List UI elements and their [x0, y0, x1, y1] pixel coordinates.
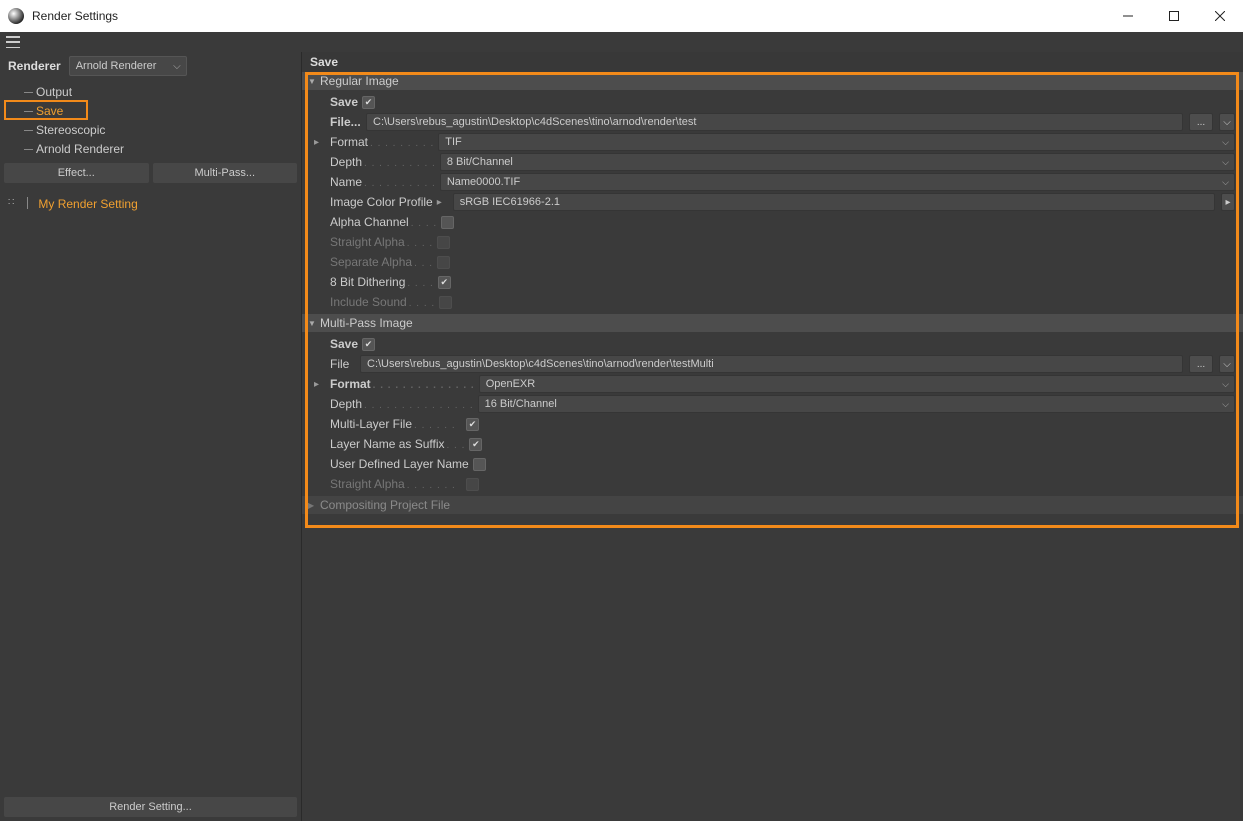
- section-regular-image: ▼ Regular Image Save File... C:\Users\re…: [302, 72, 1243, 314]
- minimize-button[interactable]: [1105, 0, 1151, 32]
- hamburger-icon[interactable]: [6, 36, 20, 48]
- close-button[interactable]: [1197, 0, 1243, 32]
- include-sound-checkbox: [439, 296, 452, 309]
- section-multipass-image: ▼ Multi-Pass Image Save File C:\Users\re…: [302, 314, 1243, 496]
- file-label: File...: [330, 115, 362, 129]
- section-header-regular[interactable]: ▼ Regular Image: [302, 72, 1243, 90]
- mp-multilayer-checkbox[interactable]: [466, 418, 479, 431]
- format-label: Format . . . . . . . . .: [330, 135, 434, 149]
- save-label: Save: [330, 95, 358, 109]
- tree-item-arnold[interactable]: Arnold Renderer: [24, 140, 301, 158]
- save-checkbox[interactable]: [362, 96, 375, 109]
- mp-format-label: Format . . . . . . . . . . . . . .: [330, 377, 475, 391]
- tree-item-output[interactable]: Output: [24, 83, 301, 101]
- multipass-button[interactable]: Multi-Pass...: [153, 163, 298, 183]
- renderer-label: Renderer: [8, 59, 61, 73]
- separate-alpha-label: Separate Alpha . . .: [330, 255, 433, 269]
- file-browse-button[interactable]: ...: [1189, 113, 1213, 131]
- mp-depth-label: Depth . . . . . . . . . . . . . . .: [330, 397, 474, 411]
- mp-depth-select[interactable]: 16 Bit/Channel: [478, 395, 1235, 413]
- mp-save-label: Save: [330, 337, 358, 351]
- panel-title: Save: [302, 52, 1243, 72]
- mp-file-field[interactable]: C:\Users\rebus_agustin\Desktop\c4dScenes…: [360, 355, 1183, 373]
- section-compositing: ▶ Compositing Project File: [302, 496, 1243, 514]
- dithering-label: 8 Bit Dithering . . . .: [330, 275, 434, 289]
- mp-save-checkbox[interactable]: [362, 338, 375, 351]
- menu-strip: [0, 32, 1243, 52]
- section-header-multipass[interactable]: ▼ Multi-Pass Image: [302, 314, 1243, 332]
- window-title: Render Settings: [32, 9, 1105, 23]
- effect-button[interactable]: Effect...: [4, 163, 149, 183]
- render-setting-button[interactable]: Render Setting...: [4, 797, 297, 817]
- mp-file-dropdown-button[interactable]: ⌵: [1219, 355, 1235, 373]
- render-setting-row[interactable]: ∷ My Render Setting: [0, 187, 301, 387]
- chevron-right-icon[interactable]: ▸: [437, 197, 449, 208]
- alpha-channel-label: Alpha Channel . . . .: [330, 215, 437, 229]
- depth-select[interactable]: 8 Bit/Channel: [440, 153, 1235, 171]
- mp-layersuffix-checkbox[interactable]: [469, 438, 482, 451]
- maximize-button[interactable]: [1151, 0, 1197, 32]
- settings-tree: Output Save Stereoscopic Arnold Renderer: [0, 80, 301, 159]
- name-select[interactable]: Name0000.TIF: [440, 173, 1235, 191]
- chevron-right-icon[interactable]: ▸: [314, 379, 326, 390]
- section-header-compositing[interactable]: ▶ Compositing Project File: [302, 496, 1243, 514]
- separate-alpha-checkbox: [437, 256, 450, 269]
- app-icon: [8, 8, 24, 24]
- include-sound-label: Include Sound . . . .: [330, 295, 435, 309]
- name-label: Name . . . . . . . . . .: [330, 175, 436, 189]
- render-setting-name[interactable]: My Render Setting: [30, 197, 137, 211]
- mp-userlayer-checkbox[interactable]: [473, 458, 486, 471]
- mp-file-label: File: [330, 357, 356, 371]
- mp-format-select[interactable]: OpenEXR: [479, 375, 1235, 393]
- depth-label: Depth . . . . . . . . . .: [330, 155, 436, 169]
- straight-alpha-label: Straight Alpha . . . .: [330, 235, 433, 249]
- mp-straight-alpha-checkbox: [466, 478, 479, 491]
- disclose-icon: ▼: [308, 77, 316, 86]
- mp-straight-alpha-label: Straight Alpha . . . . . . .: [330, 477, 462, 491]
- straight-alpha-checkbox: [437, 236, 450, 249]
- setting-marker-icon: ∷: [8, 197, 15, 208]
- left-panel: Renderer Arnold Renderer Output Save Ste…: [0, 52, 302, 821]
- title-bar: Render Settings: [0, 0, 1243, 32]
- mp-file-browse-button[interactable]: ...: [1189, 355, 1213, 373]
- dithering-checkbox[interactable]: [438, 276, 451, 289]
- file-dropdown-button[interactable]: ⌵: [1219, 113, 1235, 131]
- icp-scroll[interactable]: ▸: [1221, 193, 1235, 211]
- alpha-channel-checkbox[interactable]: [441, 216, 454, 229]
- disclose-icon: ▶: [308, 501, 316, 510]
- content-panel: Save ▼ Regular Image Save File... C:\Use…: [302, 52, 1243, 821]
- disclose-icon: ▼: [308, 319, 316, 328]
- icp-field[interactable]: sRGB IEC61966-2.1: [453, 193, 1215, 211]
- mp-multilayer-label: Multi-Layer File . . . . . .: [330, 417, 462, 431]
- tree-item-stereoscopic[interactable]: Stereoscopic: [24, 121, 301, 139]
- mp-layersuffix-label: Layer Name as Suffix. . .: [330, 437, 465, 451]
- icp-label: Image Color Profile: [330, 195, 433, 209]
- tree-item-save[interactable]: Save: [24, 102, 301, 120]
- file-field[interactable]: C:\Users\rebus_agustin\Desktop\c4dScenes…: [366, 113, 1183, 131]
- renderer-select[interactable]: Arnold Renderer: [69, 56, 187, 76]
- chevron-right-icon[interactable]: ▸: [314, 137, 326, 148]
- format-select[interactable]: TIF: [438, 133, 1235, 151]
- mp-userlayer-label: User Defined Layer Name: [330, 457, 469, 471]
